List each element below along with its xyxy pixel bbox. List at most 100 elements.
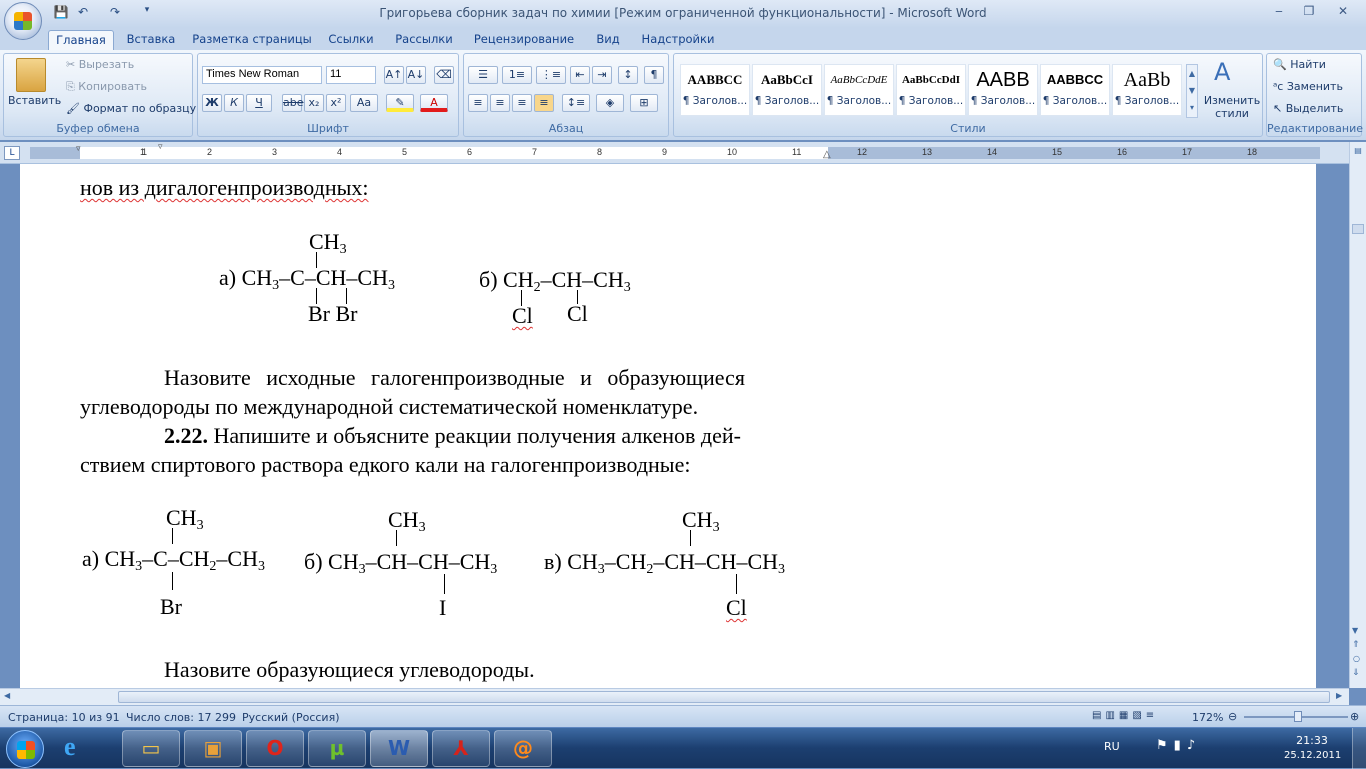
- select-button[interactable]: ↖ Выделить: [1273, 102, 1343, 115]
- format-painter-button[interactable]: 🖌 Формат по образцу: [66, 102, 196, 115]
- first-line-indent-icon[interactable]: ▿: [158, 142, 163, 152]
- scroll-down-icon[interactable]: ▼: [1352, 626, 1358, 635]
- horizontal-scrollbar[interactable]: ◀ ▶: [0, 688, 1349, 705]
- font-name-combo[interactable]: Times New Roman: [202, 66, 322, 84]
- next-page-icon[interactable]: ⇓: [1352, 668, 1360, 678]
- grow-font-icon[interactable]: A↑: [384, 66, 404, 84]
- tab-page-layout[interactable]: Разметка страницы: [190, 30, 314, 50]
- start-button[interactable]: [6, 730, 44, 768]
- tab-selector-icon[interactable]: L: [4, 146, 20, 160]
- subscript-button[interactable]: x₂: [304, 94, 324, 112]
- superscript-button[interactable]: x²: [326, 94, 346, 112]
- strikethrough-button[interactable]: abe: [282, 94, 304, 112]
- prev-page-icon[interactable]: ⇑: [1352, 640, 1360, 650]
- browse-object-icon[interactable]: ○: [1353, 654, 1360, 663]
- tab-insert[interactable]: Вставка: [122, 30, 180, 50]
- numbering-icon[interactable]: 1≡: [502, 66, 532, 84]
- scroll-right-icon[interactable]: ▶: [1336, 691, 1342, 700]
- sort-icon[interactable]: ↕: [618, 66, 638, 84]
- clock-time[interactable]: 21:33: [1290, 734, 1334, 747]
- bold-button[interactable]: Ж: [202, 94, 222, 112]
- scroll-thumb[interactable]: [1352, 224, 1364, 234]
- show-desktop-button[interactable]: [1352, 728, 1366, 769]
- document-page[interactable]: нов из дигалогенпроизводных: CH3 а) CH3–…: [20, 164, 1316, 688]
- style-item[interactable]: AABBCC ¶ Заголов...: [680, 64, 750, 116]
- shrink-font-icon[interactable]: A↓: [406, 66, 426, 84]
- zoom-in-icon[interactable]: ⊕: [1350, 710, 1359, 723]
- line-spacing-icon[interactable]: ↕≡: [562, 94, 590, 112]
- styles-scroll-control[interactable]: ▲ ▼ ▾: [1186, 64, 1198, 118]
- paragraph-line: углеводороды по международной систематич…: [80, 394, 699, 419]
- scroll-left-icon[interactable]: ◀: [4, 691, 10, 700]
- explorer-taskbar-button[interactable]: ▭: [122, 730, 180, 767]
- change-case-button[interactable]: Aa: [350, 94, 378, 112]
- decrease-indent-icon[interactable]: ⇤: [570, 66, 590, 84]
- utorrent-taskbar-button[interactable]: µ: [308, 730, 366, 767]
- zoom-slider-thumb[interactable]: [1294, 711, 1302, 722]
- office-button[interactable]: [4, 2, 42, 40]
- style-item[interactable]: AaBbCcDdE ¶ Заголов...: [824, 64, 894, 116]
- maximize-button[interactable]: ❐: [1296, 4, 1322, 20]
- zoom-out-icon[interactable]: ⊖: [1228, 710, 1237, 723]
- highlight-icon[interactable]: ✎: [386, 94, 414, 112]
- page-count[interactable]: Страница: 10 из 91: [8, 711, 120, 724]
- multilevel-list-icon[interactable]: ⋮≡: [536, 66, 566, 84]
- language-indicator-tray[interactable]: RU: [1104, 740, 1120, 753]
- vertical-scrollbar[interactable]: ▤ ▼ ⇑ ○ ⇓: [1349, 142, 1366, 688]
- bullets-icon[interactable]: ☰: [468, 66, 498, 84]
- view-buttons-icon[interactable]: ▤▥▦▧≡: [1092, 710, 1188, 724]
- tab-mailings[interactable]: Рассылки: [390, 30, 458, 50]
- replace-button[interactable]: ᵃc Заменить: [1273, 80, 1343, 93]
- paste-button[interactable]: Вставить: [8, 94, 61, 107]
- hscroll-thumb[interactable]: [118, 691, 1330, 703]
- increase-indent-icon[interactable]: ⇥: [592, 66, 612, 84]
- tab-home[interactable]: Главная: [48, 30, 114, 50]
- align-center-icon[interactable]: ≡: [490, 94, 510, 112]
- underline-button[interactable]: Ч: [246, 94, 272, 112]
- cut-button[interactable]: ✂ Вырезать: [66, 58, 134, 71]
- borders-icon[interactable]: ⊞: [630, 94, 658, 112]
- justify-icon[interactable]: ≡: [534, 94, 554, 112]
- clear-format-icon[interactable]: ⌫: [434, 66, 454, 84]
- align-left-icon[interactable]: ≡: [468, 94, 488, 112]
- ie-icon[interactable]: e: [64, 732, 76, 762]
- style-item[interactable]: AaBb ¶ Заголов...: [1112, 64, 1182, 116]
- style-item[interactable]: AABBCC ¶ Заголов...: [1040, 64, 1110, 116]
- close-button[interactable]: ✕: [1330, 4, 1356, 20]
- pdf-taskbar-button[interactable]: ⅄: [432, 730, 490, 767]
- indent-marker-icon[interactable]: ▿: [76, 144, 81, 154]
- language-indicator[interactable]: Русский (Россия): [242, 711, 340, 724]
- italic-button[interactable]: К: [224, 94, 244, 112]
- tab-view[interactable]: Вид: [590, 30, 626, 50]
- clock-date[interactable]: 25.12.2011: [1284, 750, 1341, 761]
- mail-taskbar-button[interactable]: @: [494, 730, 552, 767]
- paste-icon[interactable]: [16, 58, 46, 92]
- tray-signal-icon: ▮: [1173, 738, 1187, 753]
- app-taskbar-button[interactable]: ▣: [184, 730, 242, 767]
- horizontal-ruler[interactable]: L 1 1 2 3 4 5 6 7 8 9 10 11 12 13 14 15 16 17 18 ▿ ▿ △: [0, 142, 1366, 164]
- copy-button[interactable]: ⎘ Копировать: [66, 80, 147, 94]
- font-size-combo[interactable]: 11: [326, 66, 376, 84]
- opera-taskbar-button[interactable]: O: [246, 730, 304, 767]
- font-color-icon[interactable]: A: [420, 94, 448, 112]
- shading-icon[interactable]: ◈: [596, 94, 624, 112]
- ruler-toggle-icon[interactable]: ▤: [1352, 146, 1364, 158]
- style-item[interactable]: AaBbCcI ¶ Заголов...: [752, 64, 822, 116]
- tab-review[interactable]: Рецензирование: [470, 30, 578, 50]
- tray-flag-icon: ⚑: [1156, 738, 1174, 753]
- find-button[interactable]: 🔍 Найти: [1273, 58, 1326, 71]
- zoom-level[interactable]: 172%: [1192, 711, 1223, 724]
- word-count[interactable]: Число слов: 17 299: [126, 711, 236, 724]
- pilcrow-icon[interactable]: ¶: [644, 66, 664, 84]
- change-styles-button[interactable]: Изменить стили: [1202, 94, 1262, 120]
- tab-addins[interactable]: Надстройки: [638, 30, 718, 50]
- style-item[interactable]: AaBbCcDdI ¶ Заголов...: [896, 64, 966, 116]
- align-right-icon[interactable]: ≡: [512, 94, 532, 112]
- minimize-button[interactable]: ‒: [1266, 4, 1292, 20]
- tray-icons[interactable]: ⚑▮♪: [1156, 738, 1201, 753]
- tab-references[interactable]: Ссылки: [322, 30, 380, 50]
- word-taskbar-button[interactable]: W: [370, 730, 428, 767]
- right-indent-icon[interactable]: △: [823, 149, 831, 160]
- style-item[interactable]: AABB ¶ Заголов...: [968, 64, 1038, 116]
- document-area[interactable]: нов из дигалогенпроизводных: CH3 а) CH3–…: [0, 164, 1349, 688]
